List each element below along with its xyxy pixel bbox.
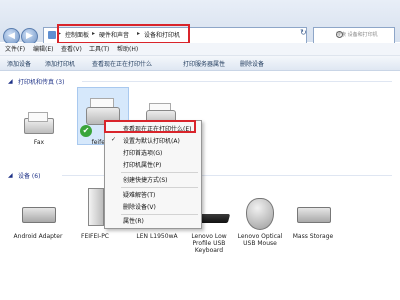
devices-group-header[interactable]: 设备 (6)	[18, 171, 40, 180]
menu-view[interactable]: 查看(V)	[61, 44, 82, 53]
device-label-feifei-pc: FEIFEI-PC	[81, 233, 109, 240]
drive-icon[interactable]	[22, 207, 56, 223]
control-panel-icon	[48, 31, 56, 39]
device-label-mass-storage: Mass Storage	[292, 233, 334, 240]
see-printing-button[interactable]: 查看现在正在打印什么	[92, 59, 152, 68]
command-bar: 添加设备 添加打印机 查看现在正在打印什么 打印服务器属性 删除设备	[0, 56, 400, 71]
ctx-printer-properties[interactable]: 打印机属性(P)	[123, 160, 161, 169]
print-server-props-button[interactable]: 打印服务器属性	[183, 59, 225, 68]
ctx-remove-device[interactable]: 删除设备(V)	[123, 202, 156, 211]
context-menu: 查看现在正在打印什么(E) ✓ 设置为默认打印机(A) 打印首选项(G) 打印机…	[104, 120, 202, 229]
fax-icon[interactable]	[22, 112, 54, 134]
printers-group-header[interactable]: 打印机和传真 (3)	[18, 77, 64, 86]
ctx-troubleshoot[interactable]: 疑难解答(T)	[123, 190, 155, 199]
ctx-set-default[interactable]: 设置为默认打印机(A)	[123, 136, 180, 145]
explorer-window: ◀ ▶ ▸ 控制面板 ▸ 硬件和声音 ▸ 设备和打印机 ↻ 搜索 设备和打印机 …	[0, 0, 400, 262]
menu-file[interactable]: 文件(F)	[5, 44, 25, 53]
ctx-create-shortcut[interactable]: 创建快捷方式(S)	[123, 175, 168, 184]
printer-label-fax: Fax	[33, 139, 45, 146]
menu-tools[interactable]: 工具(T)	[89, 44, 109, 53]
expand-arrow-icon[interactable]: ◢	[8, 172, 13, 179]
default-check-icon: ✔	[80, 125, 92, 137]
ctx-print-preferences[interactable]: 打印首选项(G)	[123, 148, 162, 157]
search-icon	[336, 31, 343, 38]
expand-arrow-icon[interactable]: ◢	[8, 78, 13, 85]
menu-help[interactable]: 帮助(H)	[117, 44, 138, 53]
menu-separator	[121, 172, 198, 173]
menu-separator	[121, 187, 198, 188]
add-device-button[interactable]: 添加设备	[7, 59, 31, 68]
back-arrow-icon: ◀	[8, 31, 15, 41]
computer-icon[interactable]	[88, 188, 104, 226]
device-label-keyboard: Lenovo Low Profile USB Keyboard	[191, 233, 227, 254]
address-highlight-box	[57, 24, 190, 44]
menu-bar: 文件(F) 编辑(E) 查看(V) 工具(T) 帮助(H)	[0, 43, 400, 56]
device-label-monitor: LEN L1950wA	[136, 233, 178, 240]
context-highlight-box	[104, 120, 196, 133]
menu-edit[interactable]: 编辑(E)	[33, 44, 53, 53]
forward-arrow-icon: ▶	[26, 31, 33, 41]
remove-device-button[interactable]: 删除设备	[240, 59, 264, 68]
mouse-icon[interactable]	[246, 198, 274, 230]
device-label-android: Android Adapter	[13, 233, 63, 240]
menu-separator	[121, 214, 198, 215]
ctx-properties[interactable]: 属性(R)	[123, 216, 144, 225]
drive-icon[interactable]	[297, 207, 331, 223]
refresh-icon[interactable]: ↻	[300, 28, 307, 37]
group-divider	[82, 81, 392, 82]
device-label-mouse: Lenovo Optical USB Mouse	[237, 233, 283, 247]
address-row: ◀ ▶ ▸ 控制面板 ▸ 硬件和声音 ▸ 设备和打印机 ↻ 搜索 设备和打印机	[0, 0, 400, 45]
add-printer-button[interactable]: 添加打印机	[45, 59, 75, 68]
checkmark-icon: ✓	[111, 136, 117, 143]
